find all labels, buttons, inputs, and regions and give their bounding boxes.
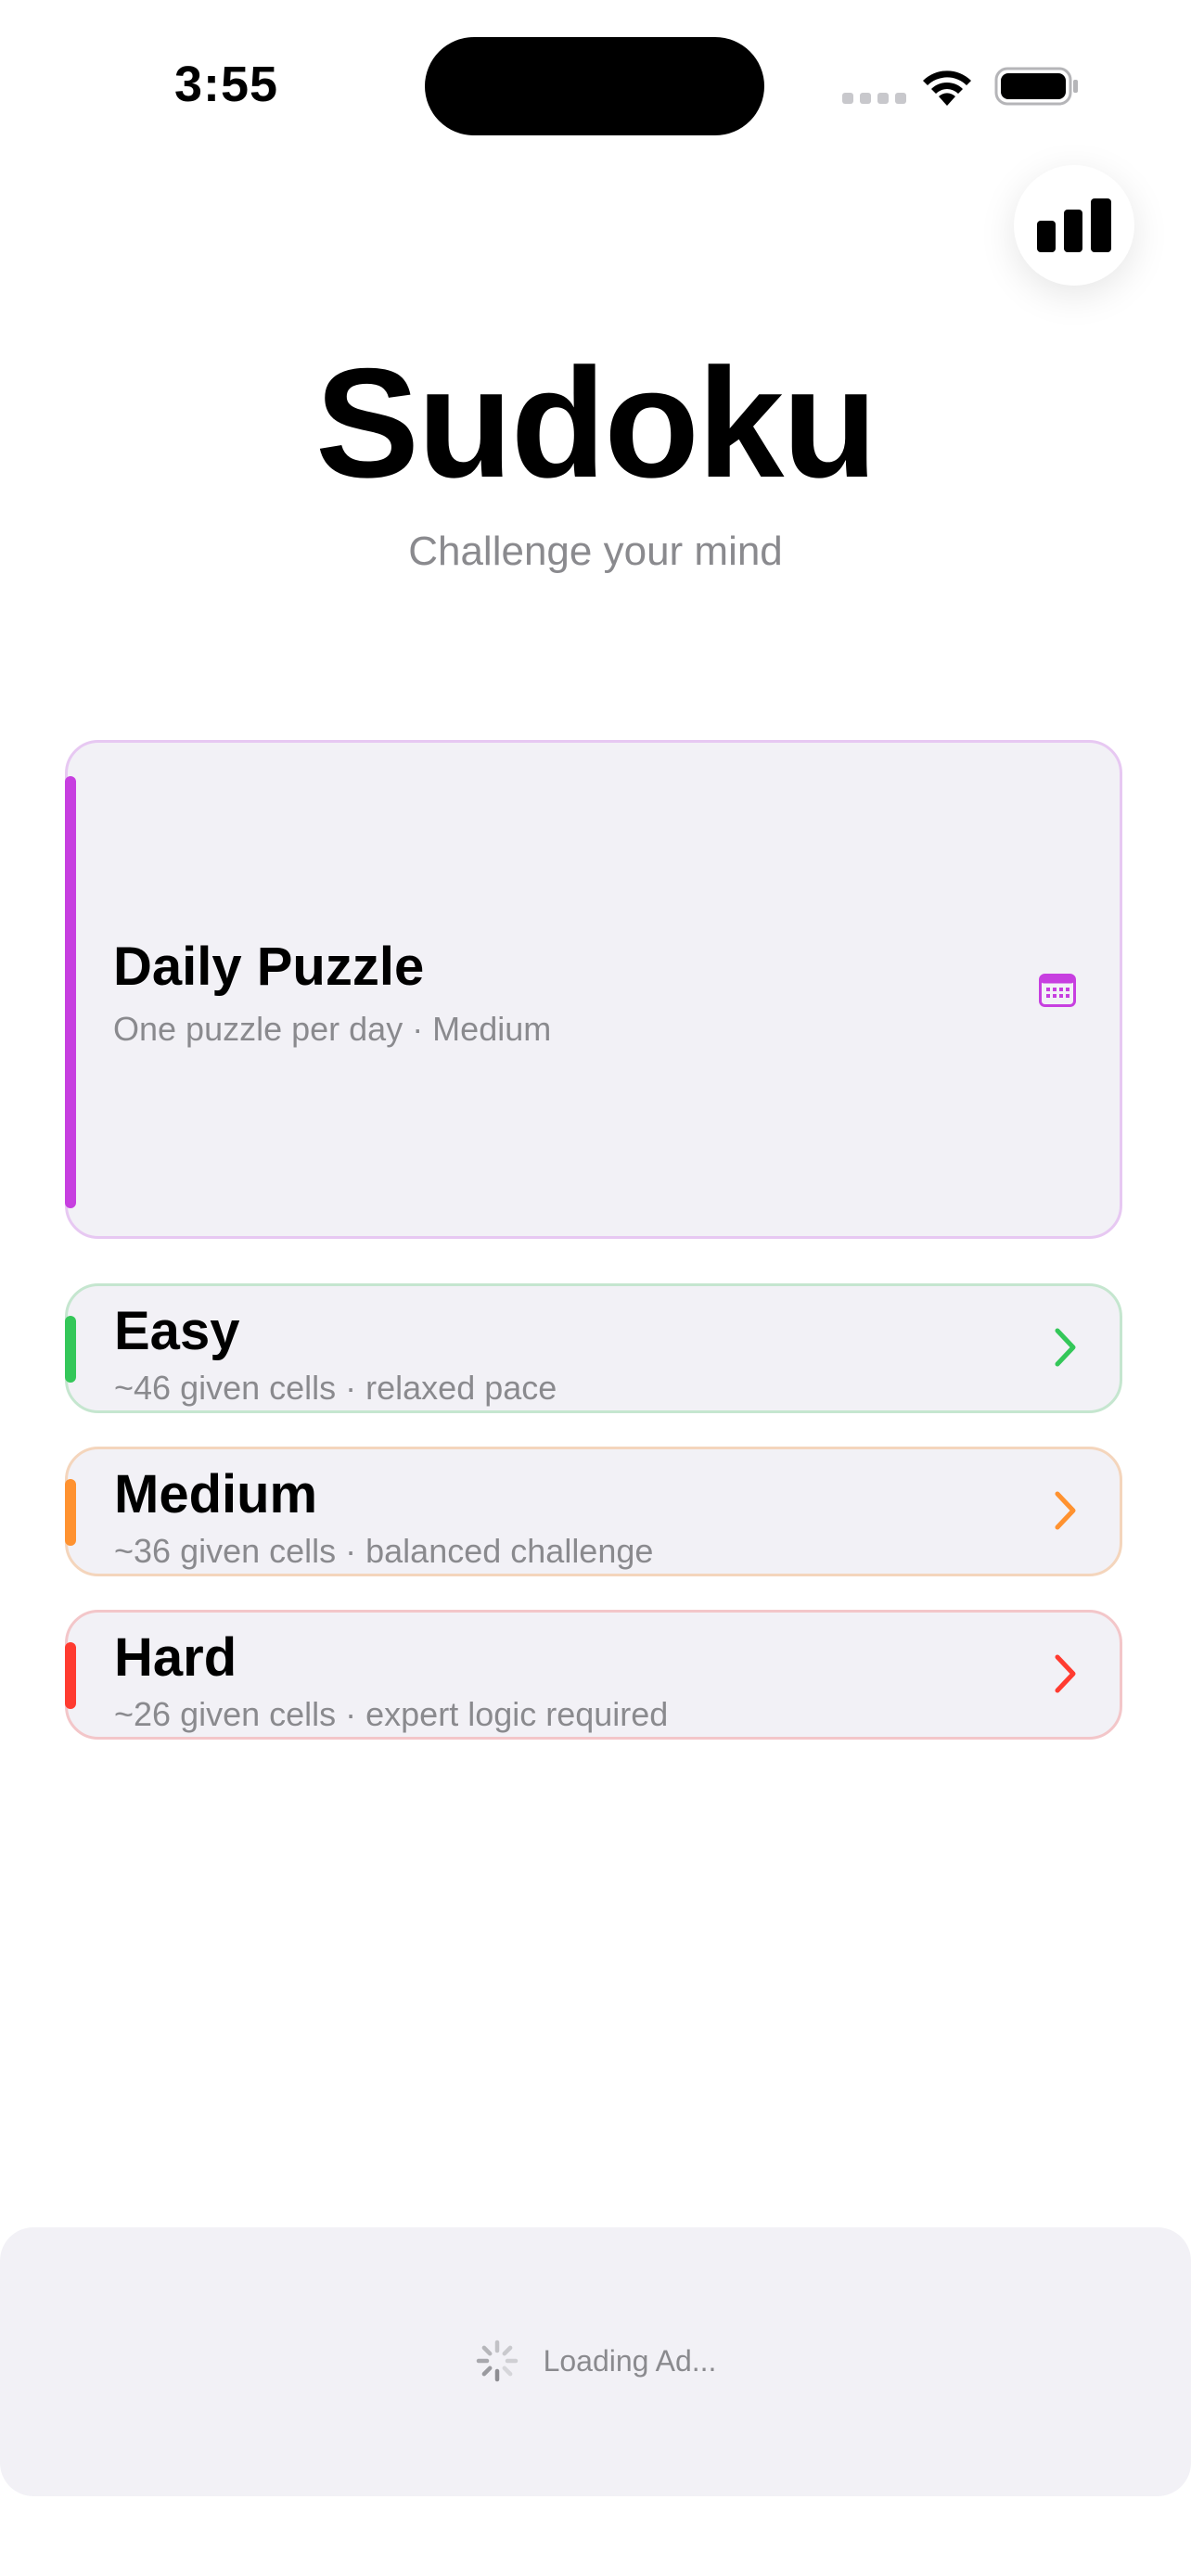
battery-icon [994, 67, 1078, 106]
easy-accent-bar [65, 1316, 76, 1383]
hard-description: ~26 given cells · expert logic required [114, 1695, 669, 1733]
daily-accent-bar [65, 776, 76, 1208]
hard-title: Hard [114, 1627, 237, 1688]
wifi-icon [923, 70, 971, 106]
ad-loading-indicator: Loading Ad... [0, 2339, 1191, 2383]
medium-description: ~36 given cells · balanced challenge [114, 1532, 654, 1570]
medium-accent-bar [65, 1479, 76, 1546]
medium-mode-card[interactable]: Medium ~36 given cells · balanced challe… [65, 1447, 1122, 1576]
page-subtitle: Challenge your mind [408, 529, 783, 574]
status-time: 3:55 [174, 57, 279, 112]
dynamic-island [425, 37, 764, 135]
hard-accent-bar [65, 1642, 76, 1709]
daily-puzzle-title: Daily Puzzle [113, 937, 425, 997]
chevron-right-icon [1055, 1328, 1076, 1367]
ad-loading-text: Loading Ad... [543, 2343, 717, 2378]
chevron-right-icon [1055, 1654, 1076, 1693]
easy-description: ~46 given cells · relaxed pace [114, 1369, 557, 1407]
cellular-signal-icon [842, 93, 906, 104]
chevron-right-icon [1055, 1491, 1076, 1530]
easy-title: Easy [114, 1301, 240, 1361]
hard-mode-card[interactable]: Hard ~26 given cells · expert logic requ… [65, 1610, 1122, 1740]
calendar-icon [1039, 974, 1076, 1007]
stats-button[interactable] [1014, 165, 1134, 286]
daily-puzzle-description: One puzzle per day · Medium [113, 1010, 552, 1048]
easy-mode-card[interactable]: Easy ~46 given cells · relaxed pace [65, 1283, 1122, 1413]
spinner-icon [476, 2340, 518, 2382]
bar-chart-icon [1037, 198, 1111, 252]
page-title: Sudoku [315, 336, 877, 510]
medium-title: Medium [114, 1464, 318, 1524]
